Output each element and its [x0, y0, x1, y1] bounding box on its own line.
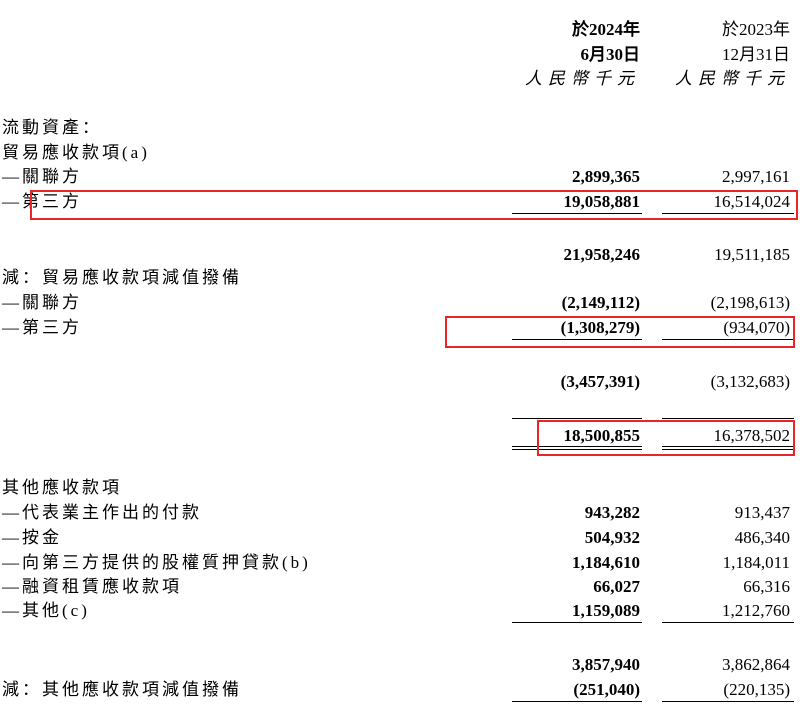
section-trade-receivables: 貿易應收款項(a): [2, 143, 150, 162]
row-value-2023: 1,212,760: [722, 601, 790, 620]
row-value-2024: 1,159,089: [572, 601, 640, 620]
overline-2024: [512, 418, 642, 419]
underline-2024: [512, 701, 642, 702]
subtotal-value-2023: 3,862,864: [722, 655, 790, 674]
row-label-payments-on-behalf: —代表業主作出的付款: [2, 503, 202, 522]
row-value-2023: 1,184,011: [722, 553, 790, 572]
row-label-finance-lease: —融資租賃應收款項: [2, 577, 182, 596]
subtotal-value-2023: (3,132,683): [710, 372, 790, 391]
row-value-2023: 66,316: [743, 577, 790, 596]
underline-2024: [512, 622, 642, 623]
section-other-receivables: 其他應收款項: [2, 478, 122, 497]
row-value-2023: (220,135): [723, 680, 790, 699]
section-current-assets: 流動資產：: [2, 118, 102, 137]
row-label-pledged-loans: —向第三方提供的股權質押貸款(b): [2, 553, 311, 572]
row-value-2024: (2,149,112): [561, 293, 640, 312]
row-label-less-other-impairment: 減：其他應收款項減值撥備: [2, 680, 242, 699]
header-2024-year: 於2024年: [572, 20, 640, 39]
row-value-2024: 1,184,610: [572, 553, 640, 572]
row-value-2024: 2,899,365: [572, 167, 640, 186]
underline-2023: [662, 622, 794, 623]
subtotal-value-2023: 19,511,185: [714, 245, 790, 264]
highlight-box-third-party-row: [30, 190, 798, 220]
row-value-2023: 2,997,161: [722, 167, 790, 186]
row-value-2024: 504,932: [584, 528, 640, 547]
header-2023-year: 於2023年: [722, 20, 790, 39]
row-value-2024: 66,027: [593, 577, 640, 596]
subtotal-value-2024: 3,857,940: [572, 655, 640, 674]
row-value-2023: 913,437: [734, 503, 790, 522]
row-value-2024: (251,040): [573, 680, 640, 699]
highlight-box-net-trade-receivables: [537, 420, 795, 456]
row-label-related-party: —關聯方: [2, 293, 82, 312]
row-label-deposits: —按金: [2, 528, 62, 547]
row-label-related-party: —關聯方: [2, 167, 82, 186]
highlight-box-impairment-third-party: [445, 316, 795, 348]
header-2023-date: 12月31日: [722, 45, 790, 64]
header-2024-date: 6月30日: [580, 45, 641, 64]
subtotal-value-2024: (3,457,391): [560, 372, 640, 391]
row-value-2023: (2,198,613): [710, 293, 790, 312]
header-2024-unit: 人民幣千元: [525, 69, 640, 88]
overline-2023: [662, 418, 794, 419]
row-value-2023: 486,340: [734, 528, 790, 547]
row-label-third-party: —第三方: [2, 318, 82, 337]
header-2023-unit: 人民幣千元: [675, 69, 790, 88]
underline-2023: [662, 701, 794, 702]
section-less-impairment: 減：貿易應收款項減值撥備: [2, 268, 242, 287]
row-value-2024: 943,282: [584, 503, 640, 522]
row-label-others: —其他(c): [2, 601, 90, 620]
subtotal-value-2024: 21,958,246: [563, 245, 641, 264]
